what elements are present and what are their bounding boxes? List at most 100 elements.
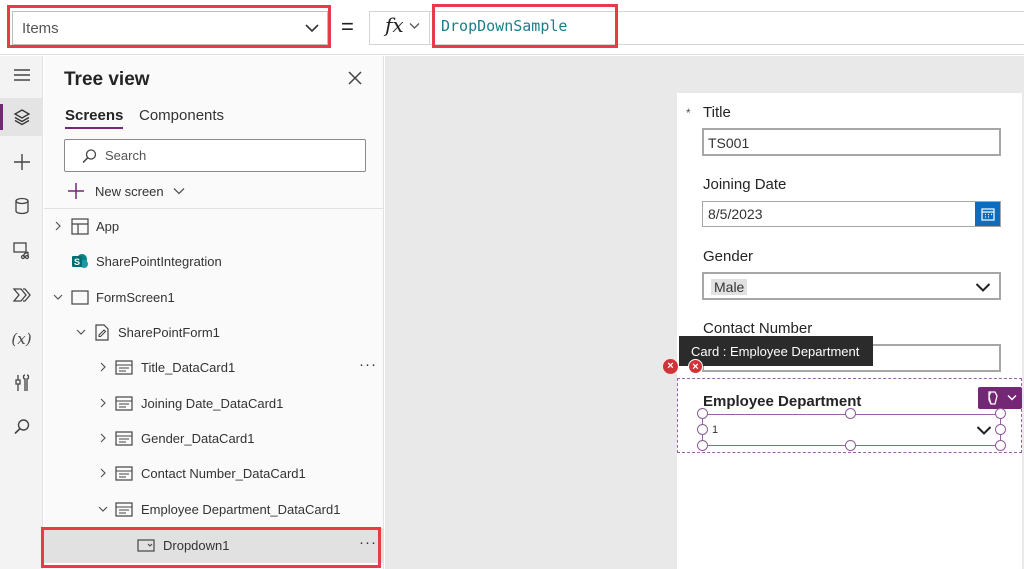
tree-node-app[interactable]: App: [44, 209, 384, 244]
joining-date-value: 8/5/2023: [708, 206, 763, 222]
chevron-right-icon[interactable]: [53, 221, 63, 231]
chevron-right-icon[interactable]: [98, 398, 108, 408]
tree-node-label: Joining Date_DataCard1: [141, 396, 284, 411]
new-screen-label: New screen: [95, 183, 164, 199]
form-icon: [95, 324, 109, 341]
resize-handle[interactable]: [995, 424, 1006, 435]
chevron-down-icon: [975, 283, 991, 292]
tree-node-label: Employee Department_DataCard1: [141, 502, 341, 517]
title-label: Title: [703, 104, 731, 121]
tree-node-label: Dropdown1: [163, 538, 230, 553]
formula-text[interactable]: DropDownSample: [441, 17, 567, 35]
resize-handle[interactable]: [845, 408, 856, 419]
resize-handle[interactable]: [995, 408, 1006, 419]
app-icon: [71, 218, 89, 235]
tab-components[interactable]: Components: [139, 107, 224, 124]
search-icon[interactable]: [0, 408, 43, 446]
chevron-down-icon: [173, 188, 185, 195]
error-icon[interactable]: ×: [688, 359, 703, 374]
tree-node-label: SharePointIntegration: [96, 254, 222, 269]
chevron-down-icon[interactable]: [76, 327, 86, 337]
tree-node-label: SharePointForm1: [118, 325, 220, 340]
tools-icon[interactable]: [0, 364, 43, 402]
variables-icon[interactable]: (x): [0, 320, 43, 358]
chevron-down-icon: [305, 24, 319, 33]
resize-handle[interactable]: [995, 440, 1006, 451]
tree-node-sharepointintegration[interactable]: S SharePointIntegration: [44, 244, 384, 279]
calendar-icon: [980, 208, 995, 221]
tree-node-formscreen1[interactable]: FormScreen1: [44, 280, 384, 315]
fx-icon[interactable]: fx: [385, 13, 404, 37]
chevron-right-icon[interactable]: [98, 468, 108, 478]
card-icon: [115, 466, 133, 481]
fx-chevron-down-icon[interactable]: [409, 22, 420, 30]
property-value: Items: [22, 20, 59, 37]
gender-value: Male: [711, 279, 748, 295]
sharepoint-icon: S: [72, 254, 88, 268]
chevron-down-icon[interactable]: [98, 504, 108, 514]
tree-layers-icon[interactable]: [0, 98, 43, 136]
plus-icon[interactable]: [0, 143, 43, 181]
calendar-button[interactable]: [975, 202, 1000, 226]
joining-date-label: Joining Date: [703, 176, 787, 193]
chevron-down-icon[interactable]: [53, 292, 63, 302]
resize-handle[interactable]: [697, 408, 708, 419]
tree-node-label: Contact Number_DataCard1: [141, 466, 306, 481]
search-placeholder: Search: [105, 148, 147, 163]
dropdown-control-icon: [137, 539, 155, 552]
chevron-down-icon: [1007, 395, 1017, 401]
left-rail: (x): [0, 56, 43, 569]
card-icon: [115, 431, 133, 446]
card-icon: [115, 360, 133, 375]
tree-node-label: Gender_DataCard1: [141, 431, 255, 446]
tree-view-panel: Tree view Screens Components Search New …: [44, 56, 384, 569]
error-icon[interactable]: ×: [663, 359, 678, 374]
resize-handle[interactable]: [697, 440, 708, 451]
property-dropdown[interactable]: Items: [12, 11, 328, 45]
tree-node-contact-number-datacard1[interactable]: Contact Number_DataCard1: [44, 456, 384, 491]
card-tooltip: Card : Employee Department: [679, 336, 873, 366]
title-input[interactable]: TS001: [702, 128, 1001, 156]
equals-sign: =: [341, 14, 354, 39]
tree-node-employee-department-datacard1[interactable]: Employee Department_DataCard1: [44, 492, 384, 527]
chevron-right-icon[interactable]: [98, 362, 108, 372]
tree-view-title: Tree view: [64, 69, 150, 90]
resize-handle[interactable]: [845, 440, 856, 451]
tab-screens[interactable]: Screens: [65, 107, 124, 129]
tree-node-label: Title_DataCard1: [141, 360, 236, 375]
new-screen-button[interactable]: New screen: [66, 180, 185, 202]
joining-date-input[interactable]: 8/5/2023: [702, 201, 1001, 227]
plus-icon: [68, 183, 84, 199]
chevron-down-icon: [976, 426, 992, 435]
required-asterisk: *: [686, 106, 691, 120]
media-icon[interactable]: [0, 231, 43, 269]
variables-glyph: (x): [11, 330, 32, 348]
title-value: TS001: [708, 135, 750, 151]
gender-label: Gender: [703, 248, 754, 265]
tree-node-title-datacard1[interactable]: Title_DataCard1 ···: [44, 350, 384, 385]
dropdown1-value: 1: [712, 424, 719, 436]
hamburger-icon[interactable]: [0, 56, 43, 94]
screen-icon: [71, 290, 89, 305]
resize-handle[interactable]: [697, 424, 708, 435]
copilot-icon: [988, 391, 998, 405]
more-options-button[interactable]: ···: [359, 534, 377, 551]
tree-node-dropdown1[interactable]: Dropdown1 ···: [44, 528, 384, 563]
tree-node-sharepointform1[interactable]: SharePointForm1: [44, 315, 384, 350]
contact-number-label: Contact Number: [703, 320, 813, 337]
power-automate-icon[interactable]: [0, 276, 43, 314]
database-icon[interactable]: [0, 187, 43, 225]
more-options-button[interactable]: ···: [359, 356, 377, 373]
tree-node-gender-datacard1[interactable]: Gender_DataCard1: [44, 421, 384, 456]
tree-node-label: App: [96, 219, 120, 234]
gender-dropdown[interactable]: Male: [702, 272, 1001, 300]
search-box[interactable]: Search: [64, 139, 366, 172]
chevron-right-icon[interactable]: [98, 433, 108, 443]
close-icon[interactable]: [346, 69, 364, 87]
employee-department-label: Employee Department: [703, 393, 862, 410]
svg-text:S: S: [74, 257, 80, 267]
tree-node-joining-date-datacard1[interactable]: Joining Date_DataCard1: [44, 386, 384, 421]
copilot-button[interactable]: [978, 387, 1022, 409]
formula-separator: [429, 11, 430, 45]
formula-bar: Items = fx DropDownSample: [0, 0, 1024, 55]
